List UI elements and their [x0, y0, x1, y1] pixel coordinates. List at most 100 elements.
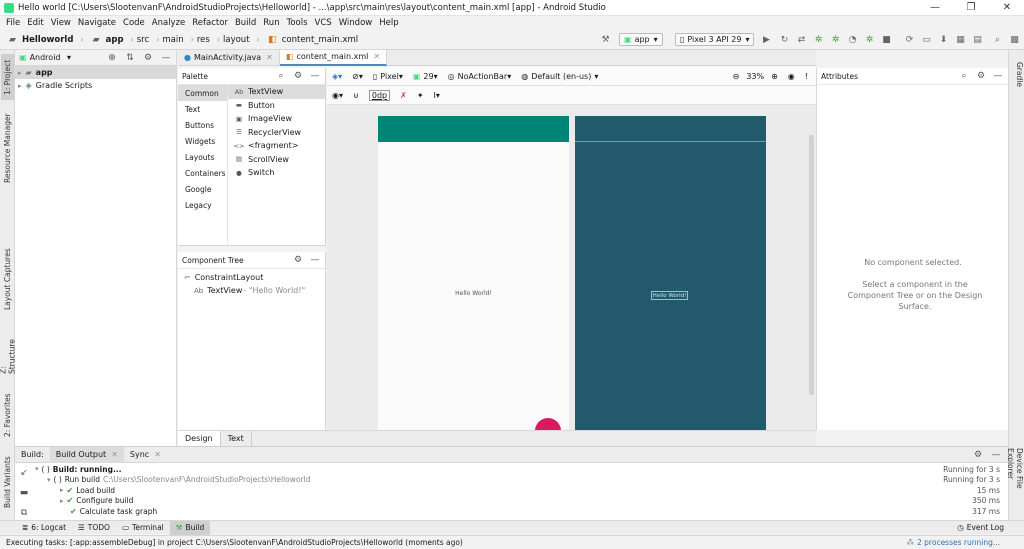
add-icon[interactable]: ⊕: [106, 52, 118, 64]
menu-edit[interactable]: Edit: [27, 18, 43, 28]
gear-icon[interactable]: ⚙: [142, 52, 154, 64]
search-icon[interactable]: ⌕: [991, 33, 1004, 46]
tab-design[interactable]: Design: [178, 431, 221, 446]
palette-category-widgets[interactable]: Widgets: [178, 133, 227, 149]
palette-widget-fragment[interactable]: <> <fragment>: [228, 139, 325, 153]
palette-category-google[interactable]: Google: [178, 181, 227, 197]
api-selector[interactable]: ▣ 29 ▾: [413, 72, 438, 81]
menu-code[interactable]: Code: [123, 18, 145, 28]
clear-constraints-icon[interactable]: ✗: [400, 91, 407, 100]
menu-window[interactable]: Window: [339, 18, 373, 28]
view-options-icon[interactable]: ◉▾: [332, 91, 343, 100]
tab-content-main-xml[interactable]: ◧ content_main.xml ✕: [279, 49, 388, 66]
hide-icon[interactable]: —: [309, 70, 321, 82]
device-selector[interactable]: ▯ Pixel ▾: [373, 72, 403, 81]
zoom-in-icon[interactable]: ⊕: [771, 72, 778, 81]
menu-refactor[interactable]: Refactor: [192, 18, 228, 28]
attach-debugger-icon[interactable]: ✲: [829, 33, 842, 46]
palette-category-legacy[interactable]: Legacy: [178, 197, 227, 213]
gear-icon[interactable]: ⚙: [975, 70, 987, 82]
avd-manager-icon[interactable]: ▭: [920, 33, 933, 46]
menu-tools[interactable]: Tools: [287, 18, 308, 28]
tab-sync[interactable]: Sync ✕: [124, 447, 167, 463]
menu-navigate[interactable]: Navigate: [78, 18, 116, 28]
tab-favorites[interactable]: 2: Favorites: [1, 390, 14, 440]
breadcrumb-app[interactable]: app: [106, 35, 124, 45]
tab-logcat[interactable]: ≣ 6: Logcat: [16, 521, 72, 535]
tab-text[interactable]: Text: [221, 431, 252, 446]
breadcrumb-helloworld[interactable]: Helloworld: [22, 35, 73, 45]
processes-running-link[interactable]: ⁂ 2 processes running...: [907, 538, 1000, 547]
tab-mainactivity-java[interactable]: ● MainActivity.java ✕: [178, 49, 280, 66]
hide-icon[interactable]: —: [309, 254, 321, 266]
collapse-arrow-icon[interactable]: ▾: [35, 465, 39, 473]
menu-analyze[interactable]: Analyze: [152, 18, 186, 28]
palette-widget-imageview[interactable]: ▣ ImageView: [228, 112, 325, 126]
tree-item-gradle-scripts[interactable]: ▸ ◈ Gradle Scripts: [15, 79, 176, 92]
infer-constraints-icon[interactable]: ✦: [417, 91, 424, 100]
collapse-arrow-icon[interactable]: ▾: [47, 476, 51, 484]
blueprint-preview[interactable]: Hello World!: [575, 116, 766, 430]
run-icon[interactable]: ▶: [760, 33, 773, 46]
collapse-icon[interactable]: ⇅: [124, 52, 136, 64]
minimize-button[interactable]: —: [918, 0, 952, 16]
expand-arrow-icon[interactable]: ▸: [60, 486, 64, 494]
palette-widget-textview[interactable]: Ab TextView: [228, 85, 325, 99]
hide-icon[interactable]: —: [992, 70, 1004, 82]
design-preview[interactable]: Hello World!: [378, 116, 569, 430]
close-tab-icon[interactable]: ✕: [266, 53, 273, 62]
maximize-button[interactable]: ❐: [954, 0, 988, 16]
tab-build[interactable]: ⚒ Build: [169, 520, 211, 535]
warnings-icon[interactable]: !: [805, 72, 808, 81]
apply-changes-icon[interactable]: ↻: [778, 33, 791, 46]
menu-build[interactable]: Build: [235, 18, 256, 28]
apply-code-changes-icon[interactable]: ⇄: [795, 33, 808, 46]
guidelines-icon[interactable]: I▾: [434, 91, 440, 100]
close-window-button[interactable]: ✕: [990, 0, 1024, 16]
expand-arrow-icon[interactable]: ▸: [18, 82, 22, 90]
breadcrumb-res[interactable]: res: [197, 35, 210, 45]
zoom-out-icon[interactable]: ⊖: [733, 72, 740, 81]
palette-category-text[interactable]: Text: [178, 101, 227, 117]
build-line[interactable]: ▸ ✔ Configure build 350 ms: [33, 496, 1008, 507]
autoconnect-icon[interactable]: ⊍: [353, 91, 359, 100]
menu-view[interactable]: View: [51, 18, 71, 28]
settings-icon[interactable]: ▩: [1008, 33, 1021, 46]
palette-widget-recyclerview[interactable]: ☰ RecyclerView: [228, 126, 325, 140]
stop-build-icon[interactable]: ▬: [18, 487, 30, 499]
copy-icon[interactable]: ⧉: [18, 507, 30, 519]
default-margins-field[interactable]: 0dp: [368, 89, 391, 101]
tab-resource-manager[interactable]: Resource Manager: [1, 110, 14, 186]
search-icon[interactable]: ⌕: [958, 70, 970, 82]
expand-arrow-icon[interactable]: ▸: [18, 69, 22, 77]
build-line[interactable]: ▾ ( ) Build: running... Running for 3 s: [33, 464, 1008, 475]
breadcrumb-content-main[interactable]: content_main.xml: [282, 35, 358, 45]
close-tab-icon[interactable]: ✕: [111, 450, 118, 459]
close-tab-icon[interactable]: ✕: [154, 450, 161, 459]
menu-help[interactable]: Help: [379, 18, 398, 28]
palette-widget-button[interactable]: ▬ Button: [228, 99, 325, 113]
coverage-icon[interactable]: ✲: [863, 33, 876, 46]
menu-file[interactable]: File: [6, 18, 20, 28]
palette-category-layouts[interactable]: Layouts: [178, 149, 227, 165]
tab-build-variants[interactable]: Build Variants: [1, 454, 14, 510]
tree-item-app[interactable]: ▸ ▰ app: [15, 66, 176, 79]
design-surface[interactable]: Hello World! Hello World!: [327, 105, 816, 430]
build-line[interactable]: ▸ ✔ Load build 15 ms: [33, 485, 1008, 496]
vertical-scrollbar[interactable]: [809, 135, 814, 395]
project-view-select[interactable]: Android ▾: [30, 53, 72, 62]
theme-selector[interactable]: ◎ NoActionBar ▾: [448, 72, 512, 81]
breadcrumb-main[interactable]: main: [162, 35, 183, 45]
zoom-fit-icon[interactable]: ◉: [788, 72, 795, 81]
run-config-select[interactable]: ▣ app ▾: [619, 33, 663, 46]
breadcrumb-layout[interactable]: layout: [223, 35, 250, 45]
hello-world-text[interactable]: Hello World!: [378, 290, 569, 297]
hammer-icon[interactable]: ⚒: [599, 33, 612, 46]
orientation-icon[interactable]: ⊘▾: [352, 72, 363, 81]
hide-icon[interactable]: —: [160, 52, 172, 64]
breadcrumb-src[interactable]: src: [137, 35, 149, 45]
rerun-icon[interactable]: ↙: [18, 467, 30, 479]
gear-icon[interactable]: ⚙: [292, 70, 304, 82]
tab-build-output[interactable]: Build Output ✕: [49, 446, 124, 463]
menu-run[interactable]: Run: [263, 18, 279, 28]
